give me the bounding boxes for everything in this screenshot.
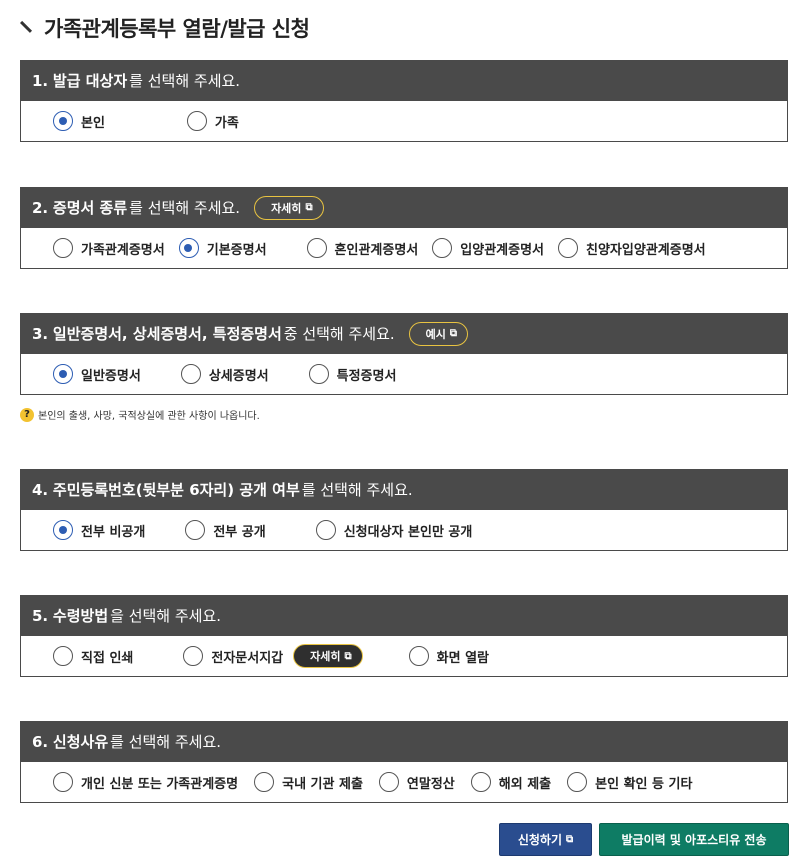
section-title-rest: 를 선택해 주세요.	[301, 481, 413, 499]
section-title-rest: 를 선택해 주세요.	[110, 733, 222, 751]
section-number: 6.	[32, 732, 49, 751]
section-options: 개인 신분 또는 가족관계증명 국내 기관 제출 연말정산 해외 제출 본인 확…	[20, 762, 788, 803]
section-title-emphasis: 증명서 종류	[52, 199, 128, 217]
radio-basic-cert[interactable]: 기본증명서	[178, 238, 267, 258]
radio-circle-icon	[558, 238, 579, 258]
issue-history-button[interactable]: 발급이력 및 아포스티유 전송	[599, 823, 789, 856]
example-button-label: 예시	[425, 327, 446, 341]
radio-reason-overseas[interactable]: 해외 제출	[470, 772, 551, 792]
question-icon: ?	[20, 407, 34, 422]
radio-detailed-cert[interactable]: 상세증명서	[180, 364, 269, 384]
section-title-rest: 중 선택해 주세요.	[283, 325, 395, 343]
radio-circle-icon	[53, 772, 73, 792]
section-title-emphasis: 일반증명서, 상세증명서, 특정증명서	[52, 325, 282, 343]
section-reason: 6. 신청사유 를 선택해 주세요. 개인 신분 또는 가족관계증명 국내 기관 …	[20, 721, 788, 803]
section-options: 직접 인쇄 전자문서지갑 자세히 ⧉ 화면 열람	[20, 636, 788, 677]
section-title-rest: 를 선택해 주세요.	[129, 72, 241, 90]
help-note-text: 본인의 출생, 사망, 국적상실에 관한 사항이 나옵니다.	[38, 411, 260, 422]
radio-circle-icon	[53, 111, 73, 131]
section-cert-type: 2. 증명서 종류 를 선택해 주세요. 자세히 ⧉ 가족관계증명서 기본증명서 혼…	[20, 187, 788, 269]
section-header: 2. 증명서 종류 를 선택해 주세요. 자세히 ⧉	[20, 187, 788, 228]
section-number: 5.	[32, 606, 49, 625]
details-button[interactable]: 자세히 ⧉	[254, 195, 324, 220]
external-link-icon: ⧉	[305, 202, 313, 213]
radio-general-cert[interactable]: 일반증명서	[53, 364, 141, 384]
radio-circle-icon	[186, 111, 207, 131]
section-receipt-method: 5. 수령방법 을 선택해 주세요. 직접 인쇄 전자문서지갑 자세히 ⧉ 화면 열…	[20, 595, 788, 677]
radio-specific-cert[interactable]: 특정증명서	[308, 364, 396, 384]
section-title-emphasis: 발급 대상자	[52, 72, 128, 90]
issue-history-button-label: 발급이력 및 아포스티유 전송	[621, 833, 767, 847]
radio-e-wallet[interactable]: 전자문서지갑	[183, 646, 283, 666]
section-number: 3.	[32, 324, 49, 343]
radio-family[interactable]: 가족	[186, 111, 239, 131]
radio-circle-icon	[306, 238, 327, 258]
section-number: 4.	[32, 480, 49, 499]
radio-circle-icon	[53, 238, 73, 258]
section-options: 일반증명서 상세증명서 특정증명서	[20, 354, 788, 395]
radio-circle-icon	[180, 364, 201, 384]
radio-self[interactable]: 본인	[53, 111, 105, 131]
page-title-text: 가족관계등록부 열람/발급 신청	[44, 17, 310, 41]
apply-button-label: 신청하기	[517, 833, 563, 847]
e-wallet-details-button[interactable]: 자세히 ⧉	[293, 644, 363, 668]
section-options: 전부 비공개 전부 공개 신청대상자 본인만 공개	[20, 510, 788, 551]
section-header: 4. 주민등록번호(뒷부분 6자리) 공개 여부 를 선택해 주세요.	[20, 469, 788, 510]
radio-circle-icon	[178, 238, 199, 258]
radio-circle-icon	[185, 520, 206, 540]
section-rrn-disclosure: 4. 주민등록번호(뒷부분 6자리) 공개 여부 를 선택해 주세요. 전부 비공…	[20, 469, 788, 551]
external-link-icon: ⧉	[449, 328, 458, 339]
section-header: 3. 일반증명서, 상세증명서, 특정증명서 중 선택해 주세요. 예시 ⧉	[20, 313, 788, 354]
section-title-emphasis: 주민등록번호(뒷부분 6자리) 공개 여부	[52, 481, 300, 499]
title-mark-icon	[18, 19, 32, 37]
radio-reason-domestic[interactable]: 국내 기관 제출	[254, 772, 363, 792]
section-title-rest: 를 선택해 주세요.	[129, 199, 241, 217]
radio-reason-identity[interactable]: 개인 신분 또는 가족관계증명	[53, 772, 238, 792]
radio-circle-icon	[315, 520, 336, 540]
radio-all-public[interactable]: 전부 공개	[185, 520, 266, 540]
radio-circle-icon	[53, 364, 73, 384]
details-button-label: 자세히	[271, 201, 302, 215]
section-header: 1. 발급 대상자 를 선택해 주세요.	[20, 60, 788, 101]
section-title-emphasis: 수령방법	[52, 607, 109, 625]
external-link-icon: ⧉	[566, 834, 574, 845]
example-button[interactable]: 예시 ⧉	[408, 321, 469, 346]
radio-circle-icon	[308, 364, 329, 384]
radio-circle-icon	[432, 238, 453, 258]
help-note: ? 본인의 출생, 사망, 국적상실에 관한 사항이 나옵니다.	[20, 407, 260, 422]
radio-reason-tax[interactable]: 연말정산	[378, 772, 455, 792]
section-number: 1.	[32, 71, 49, 90]
radio-circle-icon	[378, 772, 399, 792]
section-cert-detail: 3. 일반증명서, 상세증명서, 특정증명서 중 선택해 주세요. 예시 ⧉ 일반…	[20, 313, 788, 395]
section-number: 2.	[32, 198, 49, 217]
radio-all-private[interactable]: 전부 비공개	[53, 520, 145, 540]
radio-circle-icon	[53, 520, 73, 540]
section-title-emphasis: 신청사유	[52, 733, 109, 751]
radio-marriage-cert[interactable]: 혼인관계증명서	[306, 238, 418, 258]
details-button-label: 자세히	[310, 650, 341, 663]
section-options: 가족관계증명서 기본증명서 혼인관계증명서 입양관계증명서 친양자입양관계증명서	[20, 228, 788, 269]
radio-family-relation-cert[interactable]: 가족관계증명서	[53, 238, 165, 258]
radio-reason-other[interactable]: 본인 확인 등 기타	[567, 772, 692, 792]
radio-screen-view[interactable]: 화면 열람	[408, 646, 489, 666]
radio-circle-icon	[567, 772, 588, 792]
radio-self-only-public[interactable]: 신청대상자 본인만 공개	[315, 520, 472, 540]
radio-circle-icon	[254, 772, 275, 792]
section-options: 본인 가족	[20, 101, 788, 142]
radio-circle-icon	[53, 646, 73, 666]
radio-direct-print[interactable]: 직접 인쇄	[53, 646, 133, 666]
apply-button[interactable]: 신청하기 ⧉	[499, 823, 592, 856]
radio-circle-icon	[408, 646, 429, 666]
section-target: 1. 발급 대상자 를 선택해 주세요. 본인 가족	[20, 60, 788, 142]
section-header: 5. 수령방법 을 선택해 주세요.	[20, 595, 788, 636]
section-title-rest: 을 선택해 주세요.	[110, 607, 222, 625]
external-link-icon: ⧉	[344, 650, 352, 662]
radio-adoption-cert[interactable]: 입양관계증명서	[432, 238, 544, 258]
radio-full-adoption-cert[interactable]: 친양자입양관계증명서	[558, 238, 706, 258]
page-title: 가족관계등록부 열람/발급 신청	[18, 12, 310, 44]
radio-circle-icon	[470, 772, 491, 792]
section-header: 6. 신청사유 를 선택해 주세요.	[20, 721, 788, 762]
radio-circle-icon	[183, 646, 204, 666]
